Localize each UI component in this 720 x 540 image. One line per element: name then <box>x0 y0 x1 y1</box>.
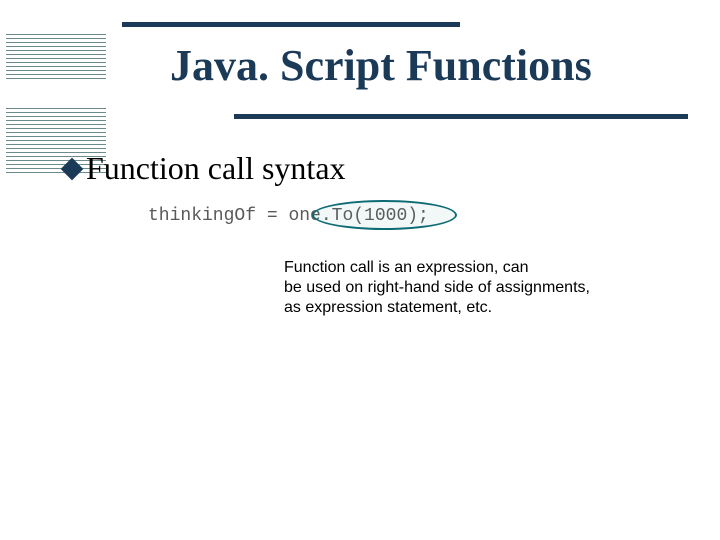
title-rule-bottom <box>234 114 688 119</box>
decor-line <box>6 46 106 47</box>
decor-line <box>6 70 106 71</box>
decor-line <box>6 112 106 113</box>
decor-line <box>6 34 106 35</box>
decor-line <box>6 78 106 79</box>
annotation-line: as expression statement, etc. <box>284 298 590 318</box>
decor-line <box>6 116 106 117</box>
decor-line <box>6 54 106 55</box>
decor-line <box>6 38 106 39</box>
code-lhs: thinkingOf <box>148 206 256 226</box>
decor-line <box>6 74 106 75</box>
slide-title: Java. Script Functions <box>170 40 592 91</box>
decor-line <box>6 108 106 109</box>
decor-line <box>6 148 106 149</box>
bullet-text: Function call syntax <box>86 150 346 187</box>
annotation-line: Function call is an expression, can <box>284 258 590 278</box>
diamond-bullet-icon <box>61 157 84 180</box>
decor-line <box>6 128 106 129</box>
decor-line <box>6 66 106 67</box>
code-eq: = <box>256 206 288 226</box>
highlight-oval <box>312 200 457 230</box>
annotation: Function call is an expression, can be u… <box>284 258 590 318</box>
title-rule-top <box>122 22 460 27</box>
decor-line <box>6 58 106 59</box>
decor-line <box>6 120 106 121</box>
decor-line <box>6 62 106 63</box>
decor-line <box>6 50 106 51</box>
decor-line <box>6 136 106 137</box>
decor-line <box>6 140 106 141</box>
bullet-row: Function call syntax <box>64 150 346 187</box>
decor-line <box>6 132 106 133</box>
decor-line <box>6 124 106 125</box>
decor-lines-top <box>6 34 106 82</box>
slide: Java. Script Functions Function call syn… <box>0 0 720 540</box>
decor-line <box>6 144 106 145</box>
decor-line <box>6 42 106 43</box>
annotation-line: be used on right-hand side of assignment… <box>284 278 590 298</box>
